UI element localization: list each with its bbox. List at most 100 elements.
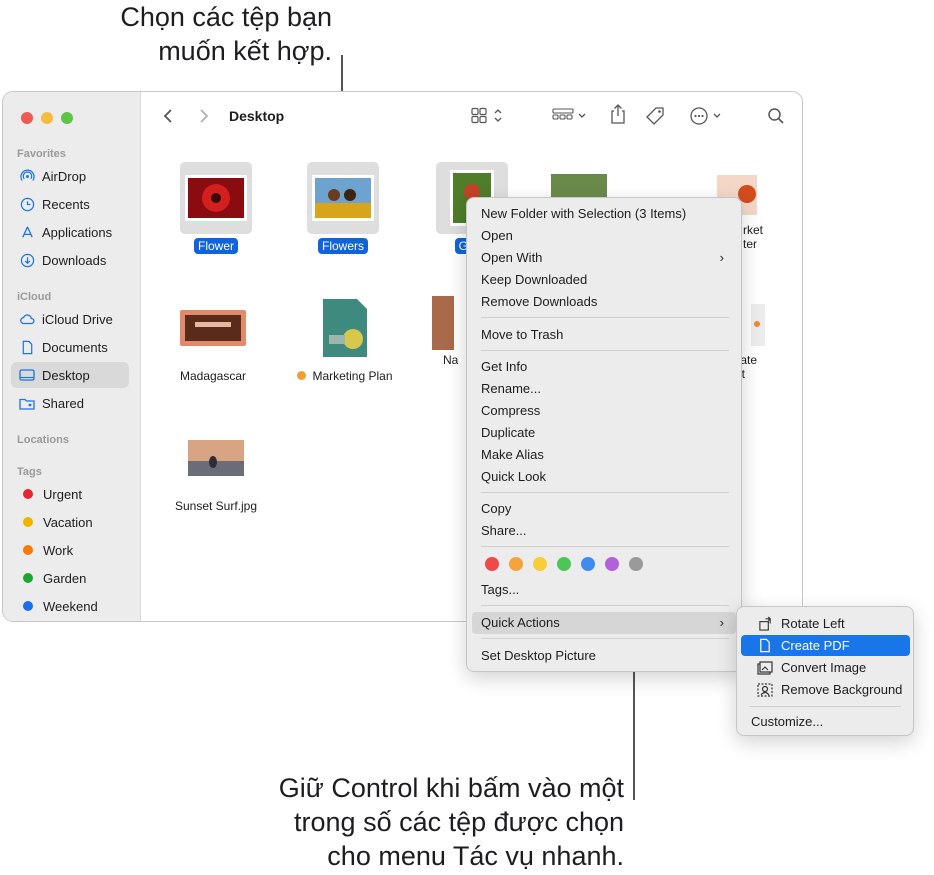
- menu-separator: [481, 638, 729, 639]
- back-button[interactable]: [163, 105, 173, 127]
- tag-color-purple[interactable]: [605, 557, 619, 571]
- forward-button[interactable]: [199, 105, 209, 127]
- file-name: Sunset Surf.jpg: [174, 499, 258, 513]
- context-menu: New Folder with Selection (3 Items) Open…: [466, 197, 742, 672]
- sidebar-item-label: iCloud Drive: [42, 311, 113, 327]
- sidebar-item-label: Applications: [42, 224, 113, 240]
- sidebar-item-desktop[interactable]: Desktop: [11, 362, 129, 388]
- file-item-flowers[interactable]: Flowers: [283, 162, 403, 255]
- pdf-document-icon: [323, 299, 367, 357]
- remove-background-icon: [757, 682, 773, 698]
- file-item-sunset-surf[interactable]: Sunset Surf.jpg: [156, 422, 276, 515]
- file-thumbnail: [177, 292, 249, 364]
- menu-item-quick-look[interactable]: Quick Look: [472, 466, 736, 488]
- group-by-button[interactable]: [552, 105, 588, 127]
- sidebar-tag-weekend[interactable]: Weekend: [11, 593, 129, 619]
- quick-action-rotate-left[interactable]: Rotate Left: [741, 613, 910, 634]
- sidebar-item-label: Recents: [42, 196, 90, 212]
- more-actions-button[interactable]: [689, 105, 725, 127]
- sidebar-tag-urgent[interactable]: Urgent: [11, 481, 129, 507]
- tag-color-orange[interactable]: [509, 557, 523, 571]
- download-icon: [19, 252, 35, 268]
- tag-icon: [646, 107, 664, 125]
- file-item-madagascar[interactable]: Madagascar: [153, 292, 273, 385]
- sidebar-item-label: Weekend: [43, 598, 98, 614]
- sidebar-item-documents[interactable]: Documents: [11, 334, 129, 360]
- menu-item-quick-actions[interactable]: Quick Actions ›: [472, 612, 736, 634]
- sidebar-tag-vacation[interactable]: Vacation: [11, 509, 129, 535]
- sidebar-item-shared[interactable]: Shared: [11, 390, 129, 416]
- tag-color-green[interactable]: [557, 557, 571, 571]
- tag-color-dot: [23, 545, 33, 555]
- sidebar-section-icloud: iCloud: [17, 291, 52, 303]
- menu-item-tags[interactable]: Tags...: [472, 579, 736, 601]
- chevron-right-icon: [200, 109, 209, 123]
- sidebar-item-airdrop[interactable]: AirDrop: [11, 163, 129, 189]
- sidebar-tag-garden[interactable]: Garden: [11, 565, 129, 591]
- document-icon: [757, 638, 773, 654]
- menu-item-duplicate[interactable]: Duplicate: [472, 422, 736, 444]
- search-button[interactable]: [767, 105, 785, 127]
- menu-separator: [481, 605, 729, 606]
- group-icon: [552, 108, 586, 120]
- airdrop-icon: [19, 168, 35, 184]
- sidebar-item-label: Garden: [43, 570, 87, 586]
- menu-item-share[interactable]: Share...: [472, 520, 736, 542]
- file-thumbnail: [309, 292, 381, 364]
- quick-action-convert-image[interactable]: Convert Image: [741, 657, 910, 678]
- sidebar-tag-work[interactable]: Work: [11, 537, 129, 563]
- portrait-photo-icon: [430, 294, 456, 352]
- menu-item-compress[interactable]: Compress: [472, 400, 736, 422]
- menu-item-new-folder-with-selection[interactable]: New Folder with Selection (3 Items): [472, 203, 736, 225]
- file-name: Marketing Plan: [293, 368, 396, 384]
- tag-color-yellow[interactable]: [533, 557, 547, 571]
- menu-item-make-alias[interactable]: Make Alias: [472, 444, 736, 466]
- share-button[interactable]: [609, 103, 627, 125]
- sidebar-section-locations: Locations: [17, 434, 69, 446]
- sidebar-item-downloads[interactable]: Downloads: [11, 247, 129, 273]
- menu-item-rename[interactable]: Rename...: [472, 378, 736, 400]
- callout-line-2: trong số các tệp được chọn: [294, 807, 624, 837]
- sidebar-item-label: Vacation: [43, 514, 93, 530]
- minimize-window-button[interactable]: [41, 112, 53, 124]
- tag-color-dot: [23, 601, 33, 611]
- quick-action-label: Convert Image: [781, 660, 867, 675]
- sidebar-item-label: Downloads: [42, 252, 107, 268]
- tags-button[interactable]: [645, 105, 665, 127]
- quick-action-customize[interactable]: Customize...: [741, 711, 910, 732]
- file-item-na[interactable]: Na: [413, 292, 473, 367]
- menu-item-move-to-trash[interactable]: Move to Trash: [472, 324, 736, 346]
- view-mode-button[interactable]: [471, 105, 503, 127]
- cloud-icon: [19, 311, 35, 327]
- menu-item-open[interactable]: Open: [472, 225, 736, 247]
- quick-action-label: Customize...: [751, 714, 824, 729]
- file-name: Flowers: [317, 238, 368, 254]
- menu-item-get-info[interactable]: Get Info: [472, 356, 736, 378]
- menu-item-keep-downloaded[interactable]: Keep Downloaded: [472, 269, 736, 291]
- quick-action-remove-background[interactable]: Remove Background: [741, 679, 910, 700]
- tag-color-gray[interactable]: [629, 557, 643, 571]
- sidebar-item-label: Documents: [42, 339, 108, 355]
- menu-item-copy[interactable]: Copy: [472, 498, 736, 520]
- sidebar-item-icloud-drive[interactable]: iCloud Drive: [11, 306, 129, 332]
- submenu-chevron-icon: ›: [719, 250, 724, 265]
- tag-color-blue[interactable]: [581, 557, 595, 571]
- zoom-window-button[interactable]: [61, 112, 73, 124]
- tag-color-dot: [23, 517, 33, 527]
- sidebar-item-applications[interactable]: Applications: [11, 219, 129, 245]
- file-name: Na: [443, 353, 459, 367]
- menu-item-open-with[interactable]: Open With ›: [472, 247, 736, 269]
- quick-action-create-pdf[interactable]: Create PDF: [741, 635, 910, 656]
- sidebar-item-label: AirDrop: [42, 168, 87, 184]
- menu-separator: [481, 492, 729, 493]
- window-title: Desktop: [229, 108, 285, 124]
- menu-item-set-desktop-picture[interactable]: Set Desktop Picture: [472, 645, 736, 667]
- file-item-marketing-plan[interactable]: Marketing Plan: [285, 292, 405, 385]
- tag-color-red[interactable]: [485, 557, 499, 571]
- sidebar-item-recents[interactable]: Recents: [11, 191, 129, 217]
- close-window-button[interactable]: [21, 112, 33, 124]
- sidebar-item-label: Urgent: [43, 486, 83, 502]
- menu-item-remove-downloads[interactable]: Remove Downloads: [472, 291, 736, 313]
- file-item-flower[interactable]: Flower: [156, 162, 276, 255]
- quick-action-label: Remove Background: [781, 682, 903, 697]
